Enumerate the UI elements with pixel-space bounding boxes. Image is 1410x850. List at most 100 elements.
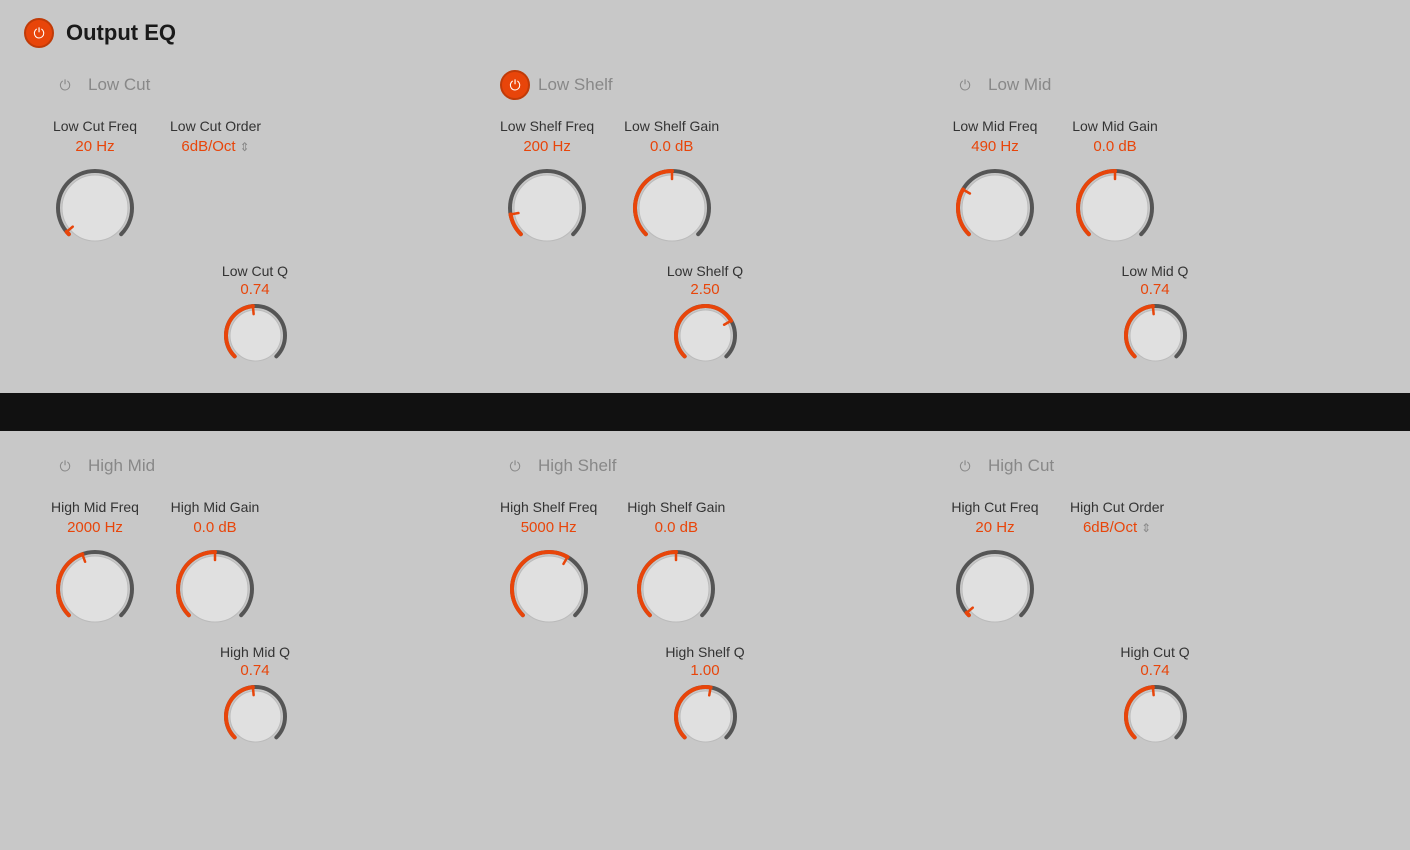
- band-power-button-low-shelf[interactable]: ⏻: [500, 70, 530, 100]
- high-mid-freq-value: 2000 Hz: [67, 519, 123, 536]
- band-header-high-shelf: ⏻ High Shelf: [500, 451, 910, 481]
- band-power-button-high-mid[interactable]: ⏻: [50, 451, 80, 481]
- low-cut-order-label: Low Cut Order: [170, 118, 261, 134]
- band-q-knob-low-shelf[interactable]: [668, 298, 743, 373]
- band-q-value-low-cut: 0.74: [240, 281, 269, 298]
- header: ⏻ Output EQ: [0, 0, 1410, 60]
- power-icon: ⏻: [959, 78, 970, 92]
- high-mid-gain-label: High Mid Gain: [171, 499, 260, 515]
- low-mid-gain-label: Low Mid Gain: [1072, 118, 1158, 134]
- high-cut-order-label: High Cut Order: [1070, 499, 1164, 515]
- high-shelf-gain-value: 0.0 dB: [655, 519, 698, 536]
- band-q-value-low-shelf: 2.50: [690, 281, 719, 298]
- low-cut-freq-knob[interactable]: [50, 163, 140, 253]
- high-cut-freq-knob[interactable]: [950, 544, 1040, 634]
- band-q-value-high-cut: 0.74: [1140, 662, 1169, 679]
- band-q-group-low-shelf: Low Shelf Q 2.50: [500, 263, 910, 373]
- low-shelf-freq-knob[interactable]: [502, 163, 592, 253]
- band-title-low-cut: Low Cut: [88, 75, 150, 95]
- high-shelf-freq-value: 5000 Hz: [521, 519, 577, 536]
- band-q-label-low-cut: Low Cut Q: [222, 263, 288, 279]
- low-shelf-freq-group: Low Shelf Freq 200 Hz: [500, 118, 594, 253]
- power-icon: ⏻: [59, 78, 70, 92]
- band-q-value-high-shelf: 1.00: [690, 662, 719, 679]
- band-low-mid: ⏻ Low Mid Low Mid Freq 490 Hz Low Mid Ga…: [930, 70, 1380, 373]
- low-cut-freq-group: Low Cut Freq 20 Hz: [50, 118, 140, 253]
- band-controls-low-shelf: Low Shelf Freq 200 Hz Low Shelf Gain 0.0…: [500, 118, 910, 253]
- high-shelf-freq-knob[interactable]: [504, 544, 594, 634]
- divider-bar: [0, 393, 1410, 431]
- band-title-high-mid: High Mid: [88, 456, 155, 476]
- high-mid-gain-group: High Mid Gain 0.0 dB: [170, 499, 260, 634]
- band-high-mid: ⏻ High Mid High Mid Freq 2000 Hz High Mi…: [30, 451, 480, 754]
- power-icon: ⏻: [509, 459, 520, 473]
- top-band-row: ⏻ Low Cut Low Cut Freq 20 Hz Low Cut Ord…: [30, 70, 1380, 373]
- band-low-shelf: ⏻ Low Shelf Low Shelf Freq 200 Hz Low Sh…: [480, 70, 930, 373]
- low-mid-freq-label: Low Mid Freq: [953, 118, 1038, 134]
- band-q-value-low-mid: 0.74: [1140, 281, 1169, 298]
- low-mid-freq-value: 490 Hz: [971, 138, 1019, 155]
- band-q-label-low-mid: Low Mid Q: [1122, 263, 1189, 279]
- band-title-low-shelf: Low Shelf: [538, 75, 613, 95]
- high-cut-freq-value: 20 Hz: [975, 519, 1014, 536]
- dropdown-arrow-icon: ⇕: [1141, 521, 1151, 535]
- band-q-knob-high-mid[interactable]: [218, 679, 293, 754]
- power-icon: ⏻: [509, 78, 520, 92]
- band-q-label-high-cut: High Cut Q: [1120, 644, 1189, 660]
- band-power-button-low-cut[interactable]: ⏻: [50, 70, 80, 100]
- power-icon: ⏻: [959, 459, 970, 473]
- low-mid-freq-knob[interactable]: [950, 163, 1040, 253]
- band-q-group-low-mid: Low Mid Q 0.74: [950, 263, 1360, 373]
- high-mid-freq-group: High Mid Freq 2000 Hz: [50, 499, 140, 634]
- band-controls-low-cut: Low Cut Freq 20 Hz Low Cut Order 6dB/Oct…: [50, 118, 460, 253]
- band-q-group-high-mid: High Mid Q 0.74: [50, 644, 460, 754]
- low-cut-freq-label: Low Cut Freq: [53, 118, 137, 134]
- band-q-knob-low-cut[interactable]: [218, 298, 293, 373]
- band-power-button-high-shelf[interactable]: ⏻: [500, 451, 530, 481]
- dropdown-arrow-icon: ⇕: [240, 140, 250, 154]
- band-q-label-low-shelf: Low Shelf Q: [667, 263, 743, 279]
- band-q-knob-low-mid[interactable]: [1118, 298, 1193, 373]
- low-mid-gain-group: Low Mid Gain 0.0 dB: [1070, 118, 1160, 253]
- main-power-button[interactable]: ⏻: [24, 18, 54, 48]
- high-cut-order-group: High Cut Order 6dB/Oct ⇕: [1070, 499, 1164, 542]
- high-shelf-freq-label: High Shelf Freq: [500, 499, 597, 515]
- band-header-low-mid: ⏻ Low Mid: [950, 70, 1360, 100]
- band-title-low-mid: Low Mid: [988, 75, 1051, 95]
- low-mid-freq-group: Low Mid Freq 490 Hz: [950, 118, 1040, 253]
- band-controls-low-mid: Low Mid Freq 490 Hz Low Mid Gain 0.0 dB: [950, 118, 1360, 253]
- band-power-button-low-mid[interactable]: ⏻: [950, 70, 980, 100]
- band-title-high-shelf: High Shelf: [538, 456, 616, 476]
- band-controls-high-cut: High Cut Freq 20 Hz High Cut Order 6dB/O…: [950, 499, 1360, 634]
- band-low-cut: ⏻ Low Cut Low Cut Freq 20 Hz Low Cut Ord…: [30, 70, 480, 373]
- high-cut-order-value: 6dB/Oct ⇕: [1083, 519, 1151, 536]
- bottom-band-row: ⏻ High Mid High Mid Freq 2000 Hz High Mi…: [30, 451, 1380, 754]
- top-bands-section: ⏻ Low Cut Low Cut Freq 20 Hz Low Cut Ord…: [0, 60, 1410, 393]
- band-q-knob-high-cut[interactable]: [1118, 679, 1193, 754]
- band-header-high-mid: ⏻ High Mid: [50, 451, 460, 481]
- band-q-group-high-cut: High Cut Q 0.74: [950, 644, 1360, 754]
- high-mid-gain-knob[interactable]: [170, 544, 260, 634]
- low-cut-order-group: Low Cut Order 6dB/Oct ⇕: [170, 118, 261, 161]
- band-q-group-high-shelf: High Shelf Q 1.00: [500, 644, 910, 754]
- high-shelf-gain-group: High Shelf Gain 0.0 dB: [627, 499, 725, 634]
- low-shelf-gain-knob[interactable]: [627, 163, 717, 253]
- high-shelf-gain-label: High Shelf Gain: [627, 499, 725, 515]
- band-high-cut: ⏻ High Cut High Cut Freq 20 Hz High Cut …: [930, 451, 1380, 754]
- low-shelf-gain-label: Low Shelf Gain: [624, 118, 719, 134]
- low-mid-gain-knob[interactable]: [1070, 163, 1160, 253]
- low-shelf-freq-label: Low Shelf Freq: [500, 118, 594, 134]
- bottom-bands-section: ⏻ High Mid High Mid Freq 2000 Hz High Mi…: [0, 431, 1410, 774]
- band-power-button-high-cut[interactable]: ⏻: [950, 451, 980, 481]
- band-q-knob-high-shelf[interactable]: [668, 679, 743, 754]
- high-shelf-gain-knob[interactable]: [631, 544, 721, 634]
- band-header-low-shelf: ⏻ Low Shelf: [500, 70, 910, 100]
- high-cut-freq-group: High Cut Freq 20 Hz: [950, 499, 1040, 634]
- band-controls-high-shelf: High Shelf Freq 5000 Hz High Shelf Gain …: [500, 499, 910, 634]
- low-shelf-freq-value: 200 Hz: [523, 138, 571, 155]
- low-shelf-gain-group: Low Shelf Gain 0.0 dB: [624, 118, 719, 253]
- high-mid-freq-knob[interactable]: [50, 544, 140, 634]
- power-icon: ⏻: [33, 26, 44, 40]
- page-title: Output EQ: [66, 20, 176, 46]
- band-q-label-high-mid: High Mid Q: [220, 644, 290, 660]
